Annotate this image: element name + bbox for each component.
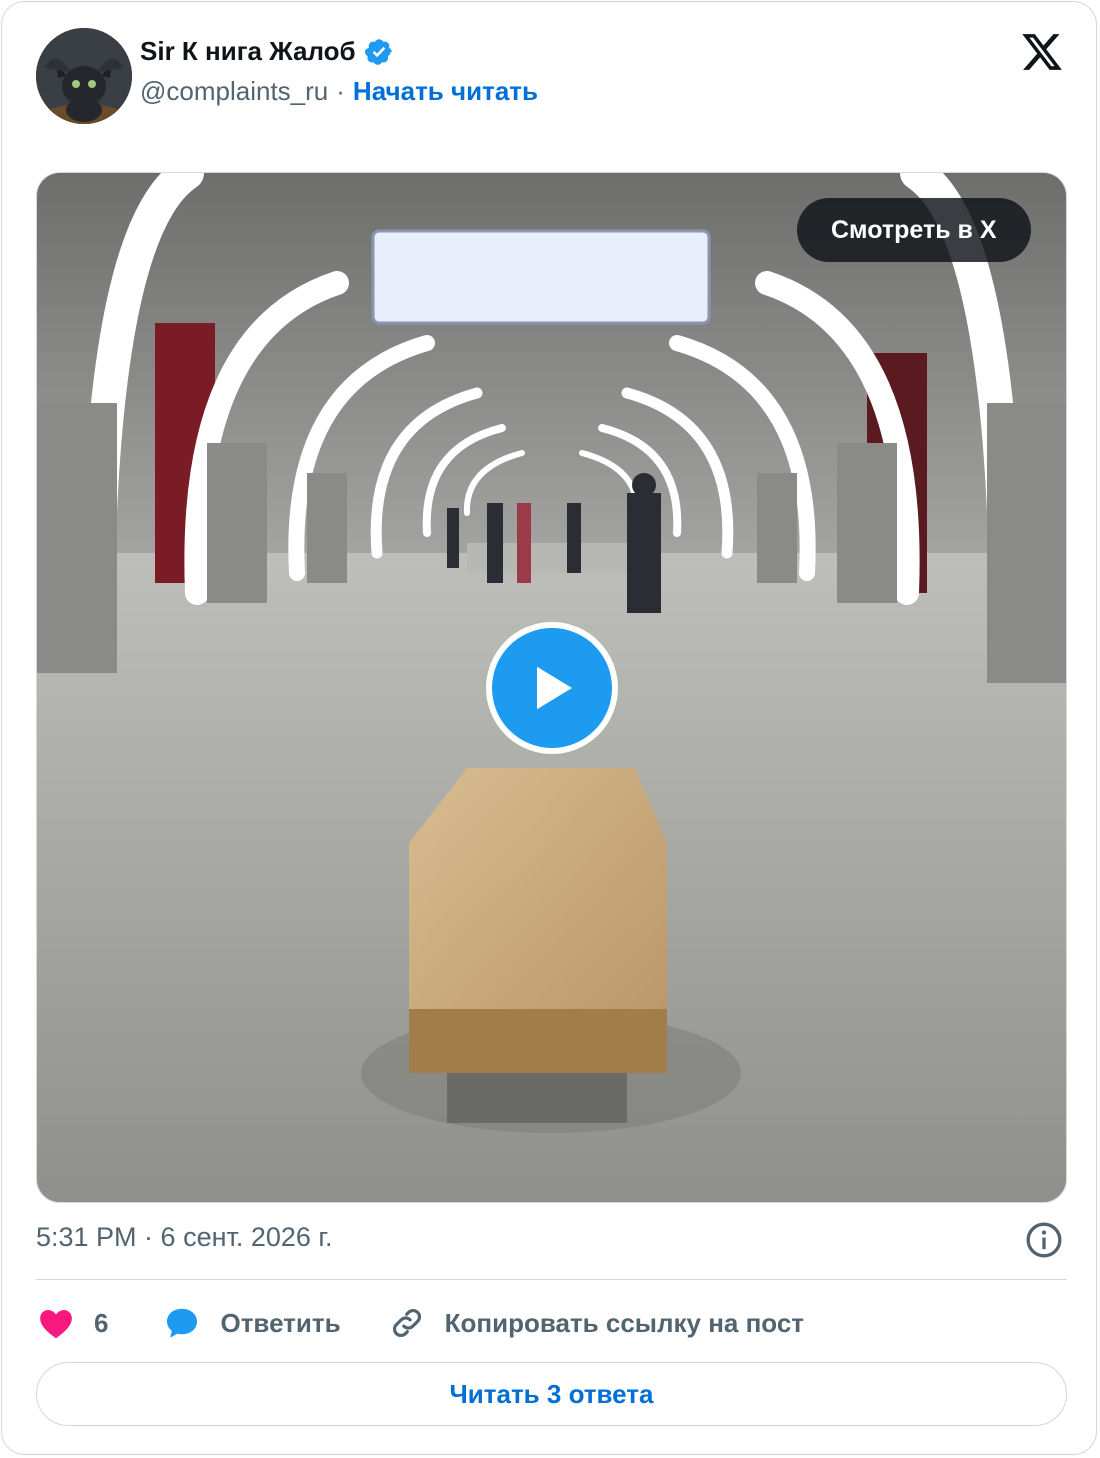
verified-badge-icon [364,38,392,65]
like-count: 6 [94,1307,109,1338]
reply-label: Ответить [220,1307,341,1338]
link-icon [392,1309,421,1337]
author-handle[interactable]: @complaints_ru [140,76,328,107]
tweet-card: Sir К нига Жалоб @complaints_ru · Начать… [1,1,1097,1455]
copy-link-label: Копировать ссылку на пост [444,1307,805,1338]
heart-icon [40,1310,72,1339]
read-replies-button[interactable]: Читать 3 ответа [36,1362,1067,1426]
info-icon[interactable] [1024,1220,1064,1260]
like-button[interactable]: 6 [36,1303,108,1343]
copy-link-button[interactable]: Копировать ссылку на пост [387,1303,804,1343]
watch-on-x-button[interactable]: Смотреть в X [797,198,1031,262]
avatar[interactable] [36,28,132,124]
reply-button[interactable]: Ответить [162,1303,341,1343]
play-icon [537,666,572,710]
author-name[interactable]: Sir К нига Жалоб [140,36,356,67]
video-media[interactable]: Смотреть в X [36,172,1067,1203]
author-name-row[interactable]: Sir К нига Жалоб [140,36,394,67]
follow-link[interactable]: Начать читать [353,76,538,107]
divider [36,1279,1067,1280]
avatar-cat-image [36,28,132,124]
author-handle-row: @complaints_ru · Начать читать [140,76,538,107]
reply-bubble-icon [167,1308,198,1338]
play-button[interactable] [486,622,618,754]
post-timestamp[interactable]: 5:31 PM · 6 сент. 2026 г. [36,1222,333,1253]
action-bar: 6 Ответить Копировать ссылку на пост [36,1298,804,1348]
x-logo-icon[interactable] [1018,30,1066,74]
separator-dot: · [336,76,345,106]
